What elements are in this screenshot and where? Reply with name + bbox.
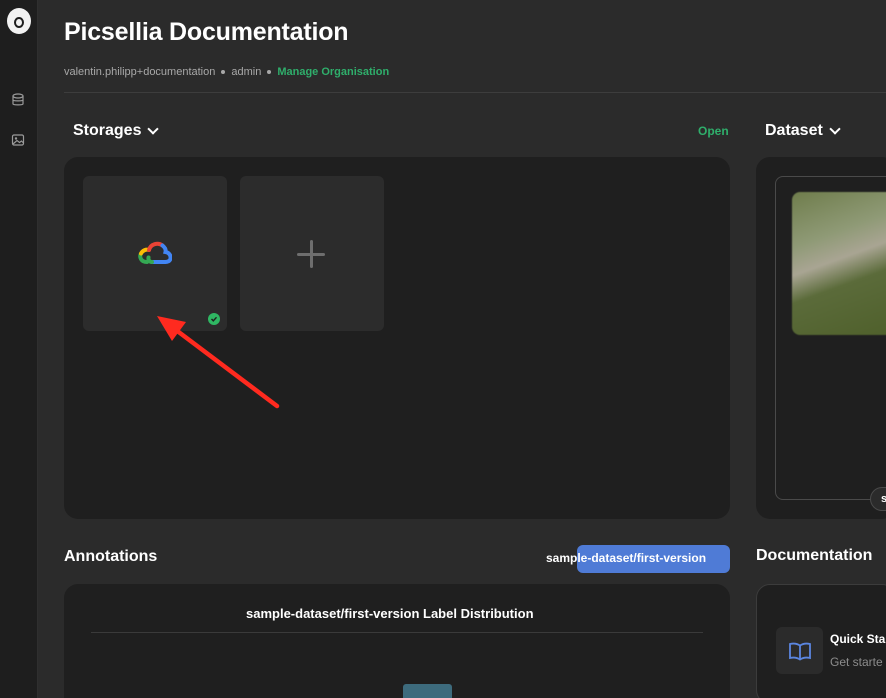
- documentation-title: Documentation: [756, 547, 872, 565]
- google-cloud-storage-tile[interactable]: [83, 176, 227, 331]
- chart-title: sample-dataset/first-version Label Distr…: [246, 606, 534, 621]
- add-storage-button[interactable]: [240, 176, 384, 331]
- dataset-dropdown[interactable]: Dataset: [765, 122, 841, 140]
- chart-divider: [91, 632, 703, 633]
- quick-start-subtitle: Get starte: [830, 655, 883, 669]
- dataset-card[interactable]: [775, 176, 886, 500]
- database-icon[interactable]: [11, 93, 25, 107]
- image-icon[interactable]: [11, 133, 25, 147]
- annotations-title: Annotations: [64, 548, 157, 566]
- header-divider: [64, 92, 886, 93]
- google-cloud-icon: [138, 241, 172, 264]
- book-icon[interactable]: [776, 627, 823, 674]
- documentation-title-text: Documentation: [756, 547, 873, 564]
- separator-dot: [221, 70, 226, 74]
- manage-organisation-link[interactable]: Manage Organisation: [277, 66, 389, 78]
- user-email: valentin.philipp+documentation: [64, 66, 216, 78]
- sidebar: [0, 0, 38, 698]
- storages-title: Storages: [73, 122, 142, 139]
- connected-check-icon: [208, 313, 220, 325]
- page-title: Picsellia Documentation: [64, 18, 349, 46]
- picsellia-logo[interactable]: [7, 8, 31, 34]
- version-pill-label: sample-dataset/first-version: [546, 551, 707, 565]
- quick-start-title[interactable]: Quick Sta: [830, 632, 885, 646]
- chevron-down-icon: [147, 122, 160, 135]
- chart-bar[interactable]: [403, 684, 452, 698]
- annotations-panel: [64, 584, 730, 698]
- dataset-title: Dataset: [765, 122, 823, 139]
- user-role: admin: [231, 66, 262, 78]
- annotations-title-text: Annotations: [64, 548, 158, 565]
- storages-dropdown[interactable]: Storages: [73, 122, 160, 140]
- open-storages-link[interactable]: Open: [698, 124, 729, 138]
- account-info: valentin.philipp+documentation admin Man…: [64, 66, 389, 78]
- chevron-down-icon: [829, 122, 841, 135]
- storages-panel: [64, 157, 730, 519]
- dataset-thumbnail: [792, 192, 886, 335]
- separator-dot: [267, 70, 272, 74]
